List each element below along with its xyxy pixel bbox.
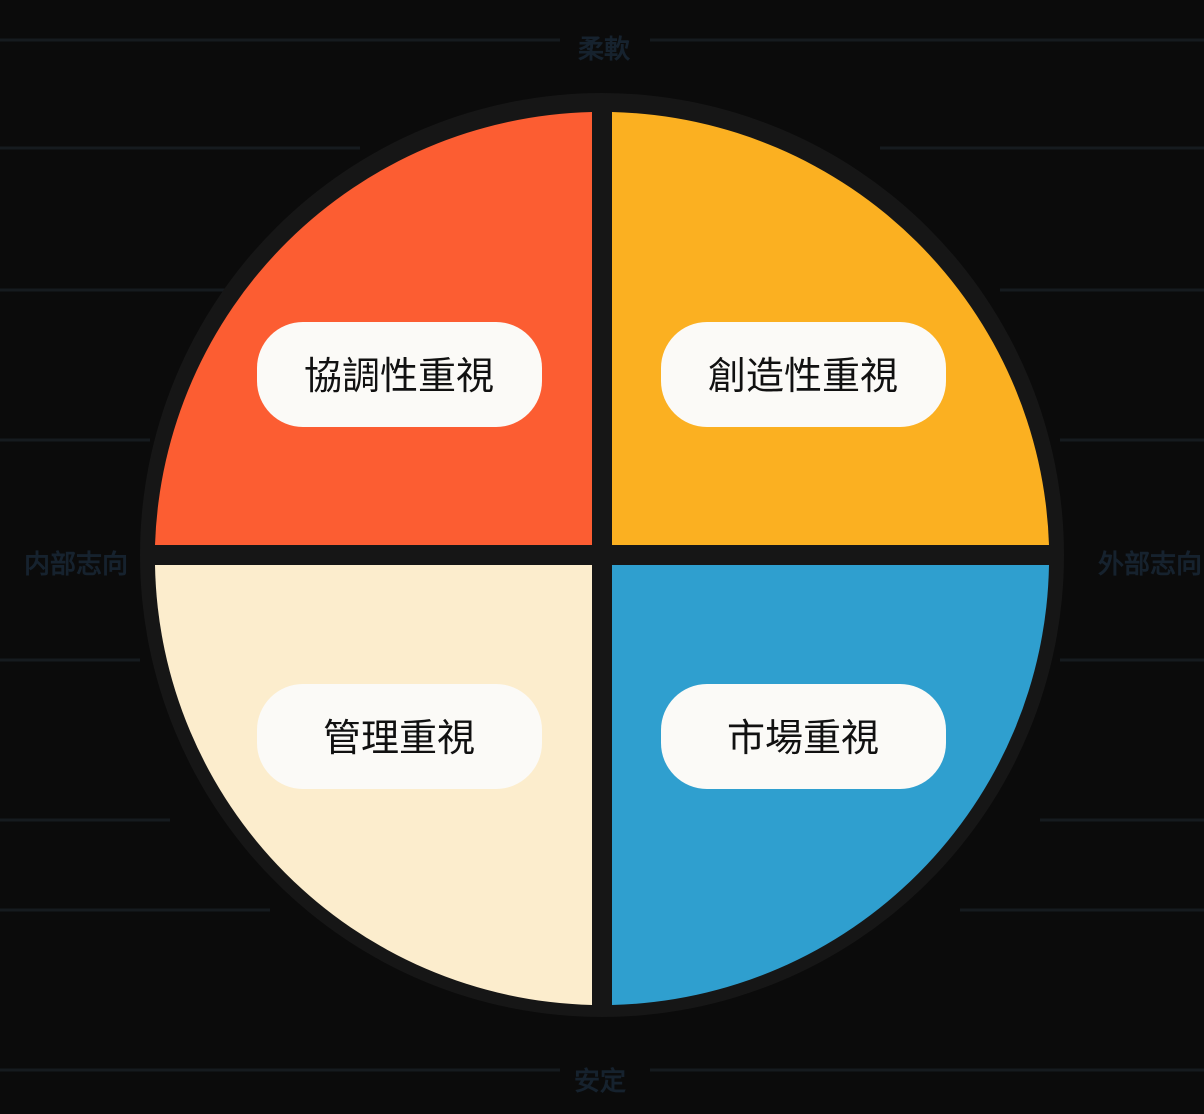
quadrant-label-bottom-right: 市場重視 xyxy=(727,716,879,760)
quadrant-label-bottom-left: 管理重視 xyxy=(323,716,475,760)
axis-label-top: 柔軟 xyxy=(578,34,631,65)
outer-ring xyxy=(140,93,1064,1017)
axis-label-right: 外部志向 xyxy=(1098,549,1202,580)
quadrant-label-top-right: 創造性重視 xyxy=(708,354,898,398)
axis-label-bottom: 安定 xyxy=(574,1066,626,1097)
quadrant-label-top-left: 協調性重視 xyxy=(304,354,494,398)
quadrant-circle-diagram: 協調性重視 創造性重視 管理重視 市場重視 柔軟 安定 内部志向 外部志向 xyxy=(0,34,1204,1097)
axis-label-left: 内部志向 xyxy=(24,549,128,580)
